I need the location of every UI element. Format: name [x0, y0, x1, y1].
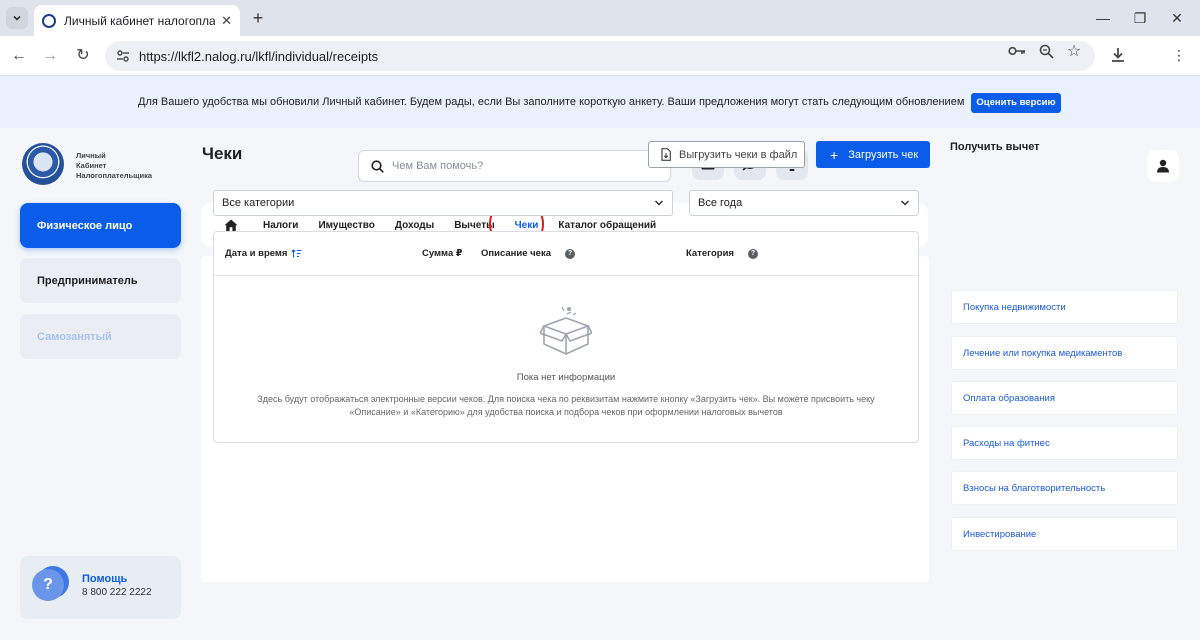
profile-button[interactable] — [1147, 150, 1179, 182]
reload-icon[interactable]: ↻ — [72, 45, 94, 67]
chevron-down-icon — [13, 15, 21, 21]
sidebar-item-entrepreneur[interactable]: Предприниматель — [20, 258, 181, 303]
search-placeholder: Чем Вам помочь? — [392, 160, 484, 172]
column-sum: Сумма ₽ — [422, 248, 463, 259]
search-icon — [371, 159, 384, 173]
key-icon[interactable] — [1008, 42, 1026, 60]
browser-tab[interactable]: Личный кабинет налогоплате ✕ — [34, 5, 240, 36]
back-arrow-icon[interactable]: ← — [8, 45, 30, 67]
banner-text: Для Вашего удобства мы обновили Личный к… — [138, 96, 965, 108]
search-input[interactable]: Чем Вам помочь? — [358, 150, 671, 182]
column-date[interactable]: Дата и время — [225, 248, 302, 259]
logo-text: Личный Кабинет Налогоплательщика — [76, 151, 152, 181]
question-mark-icon[interactable]: ? — [565, 248, 575, 259]
nav-tab-taxes[interactable]: Налоги — [263, 220, 298, 231]
download-icon[interactable] — [1109, 46, 1127, 64]
restore-window-icon[interactable]: ❐ — [1130, 8, 1150, 28]
file-download-icon — [661, 148, 671, 161]
browser-toolbar: ← → ↻ https://lkfl2.nalog.ru/lkfl/indivi… — [0, 36, 1200, 76]
column-description-label: Описание чека — [481, 248, 551, 259]
browser-tab-bar: Личный кабинет налогоплате ✕ + — ❐ ✕ — [0, 0, 1200, 36]
tab-title: Личный кабинет налогоплате — [64, 13, 216, 28]
year-select[interactable]: Все года — [689, 190, 919, 216]
upload-receipt-button[interactable]: + Загрузить чек — [816, 141, 930, 168]
fns-logo[interactable] — [22, 143, 64, 185]
deduction-link-charity[interactable]: Взносы на благотворительность — [951, 471, 1178, 505]
url-text: https://lkfl2.nalog.ru/lkfl/individual/r… — [139, 48, 379, 64]
zoom-icon[interactable] — [1037, 42, 1055, 60]
year-select-value: Все года — [698, 197, 743, 209]
browser-menu-icon[interactable]: ⋮ — [1170, 46, 1188, 64]
nav-tab-property[interactable]: Имущество — [318, 220, 374, 231]
category-select-value: Все категории — [222, 197, 295, 209]
page-title: Чеки — [202, 144, 243, 163]
column-description: Описание чека ? — [481, 248, 575, 259]
logo-line: Налогоплательщика — [76, 171, 152, 180]
site-favicon-icon — [42, 13, 56, 28]
column-date-label: Дата и время — [225, 248, 288, 259]
chevron-down-icon — [654, 200, 664, 206]
sort-icon[interactable] — [291, 249, 302, 258]
deduction-link-real-estate[interactable]: Покупка недвижимости — [951, 290, 1178, 324]
upload-receipt-label: Загрузить чек — [848, 148, 919, 161]
address-bar[interactable]: https://lkfl2.nalog.ru/lkfl/individual/r… — [105, 41, 1095, 71]
deduction-link-medical[interactable]: Лечение или покупка медикаментов — [951, 336, 1178, 370]
forward-arrow-icon[interactable]: → — [39, 45, 61, 67]
new-tab-button[interactable]: + — [248, 8, 268, 28]
column-category: Категория ? — [686, 248, 758, 259]
user-icon — [1157, 159, 1169, 173]
empty-box-icon — [540, 306, 592, 356]
site-settings-icon[interactable] — [115, 48, 131, 64]
close-tab-icon[interactable]: ✕ — [221, 13, 232, 29]
nav-tab-requests-catalog[interactable]: Каталог обращений — [558, 220, 656, 231]
nav-tab-income[interactable]: Доходы — [395, 220, 434, 231]
empty-state-title: Пока нет информации — [516, 372, 616, 383]
tab-search-button[interactable] — [6, 7, 28, 29]
receipts-table: Дата и время Сумма ₽ Описание чека ? Кат… — [213, 231, 919, 443]
plus-icon: + — [830, 146, 839, 163]
deduction-link-investment[interactable]: Инвестирование — [951, 517, 1178, 551]
help-question-icon: ? — [32, 569, 64, 601]
export-receipts-label: Выгрузить чеки в файл — [679, 148, 798, 161]
chevron-down-icon — [900, 200, 910, 206]
help-phone: 8 800 222 2222 — [82, 587, 152, 598]
help-title[interactable]: Помощь — [82, 573, 127, 585]
empty-state-description: Здесь будут отображаться электронные вер… — [257, 394, 875, 417]
table-header: Дата и время Сумма ₽ Описание чека ? Кат… — [214, 232, 918, 276]
deduction-link-fitness[interactable]: Расходы на фитнес — [951, 426, 1178, 460]
question-mark-icon[interactable]: ? — [747, 248, 758, 259]
help-card[interactable]: ? Помощь 8 800 222 2222 — [20, 556, 181, 619]
bookmark-star-icon[interactable]: ☆ — [1065, 42, 1083, 60]
rate-version-button[interactable]: Оценить версию — [971, 93, 1061, 113]
close-window-icon[interactable]: ✕ — [1167, 8, 1187, 28]
sidebar-item-self-employed[interactable]: Самозанятый — [20, 314, 181, 359]
deduction-link-education[interactable]: Оплата образования — [951, 381, 1178, 415]
export-receipts-button[interactable]: Выгрузить чеки в файл — [648, 141, 805, 168]
update-banner: Для Вашего удобства мы обновили Личный к… — [0, 76, 1200, 128]
deductions-panel-title: Получить вычет — [950, 141, 1040, 153]
category-select[interactable]: Все категории — [213, 190, 673, 216]
logo-line: Личный — [76, 151, 106, 160]
logo-line: Кабинет — [76, 161, 107, 170]
minimize-icon[interactable]: — — [1093, 8, 1113, 28]
column-category-label: Категория — [686, 248, 734, 259]
sidebar-item-individual[interactable]: Физическое лицо — [20, 203, 181, 248]
